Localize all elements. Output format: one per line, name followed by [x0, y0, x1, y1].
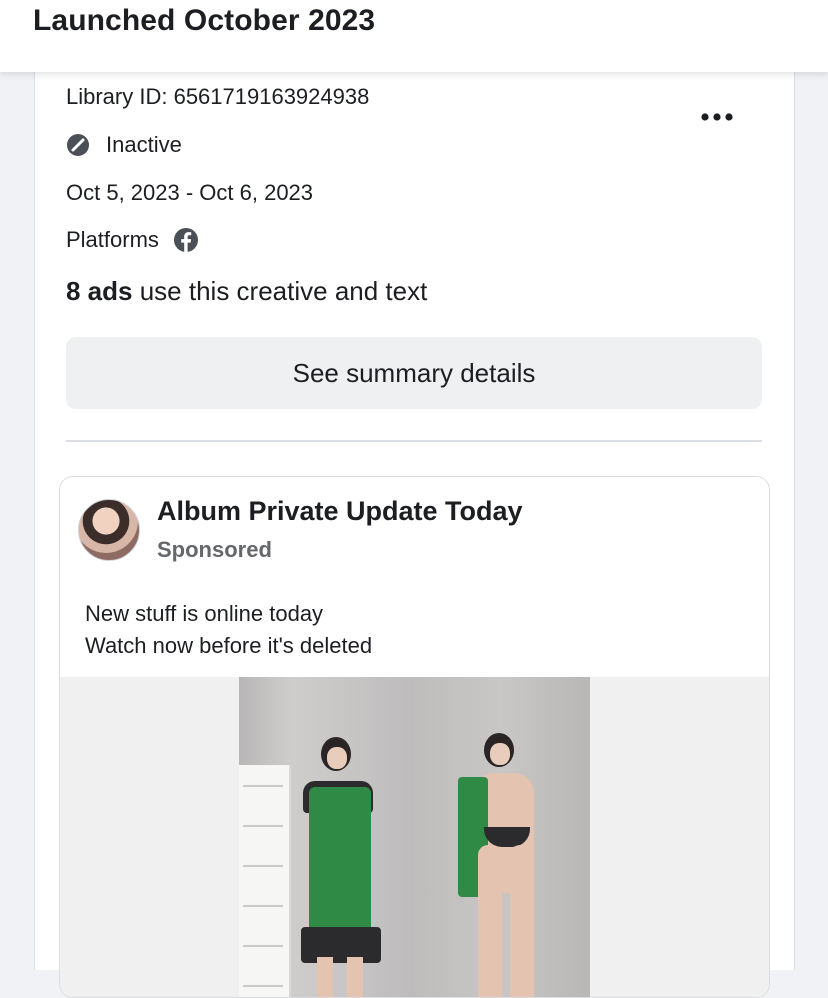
- ads-count-text: 8 ads use this creative and text: [66, 276, 427, 307]
- platforms-label: Platforms: [66, 227, 159, 252]
- platforms-row: Platforms: [66, 227, 199, 253]
- leg: [317, 957, 333, 997]
- top-header-bar: Launched October 2023: [0, 0, 828, 72]
- page-title: Launched October 2023: [33, 4, 376, 37]
- status-row: Inactive: [66, 131, 182, 159]
- leg: [478, 845, 502, 997]
- ad-body-line: New stuff is online today: [85, 601, 324, 626]
- library-id: Library ID: 6561719163924938: [66, 84, 370, 109]
- sponsored-label: Sponsored: [157, 537, 272, 562]
- leg: [347, 957, 363, 997]
- more-options-icon: [701, 113, 733, 121]
- skirt: [301, 927, 381, 963]
- ad-media-area[interactable]: [60, 677, 769, 997]
- leg: [510, 845, 534, 997]
- ads-count-suffix: use this creative and text: [132, 276, 428, 306]
- green-apron: [309, 787, 371, 937]
- inactive-status-icon: [67, 134, 89, 156]
- page-avatar[interactable]: [78, 499, 140, 561]
- section-divider: [66, 440, 762, 442]
- status-label: Inactive: [106, 132, 182, 157]
- ad-body-text: New stuff is online today Watch now befo…: [85, 598, 372, 662]
- ads-count-value: 8 ads: [66, 276, 133, 306]
- person-face: [327, 747, 347, 769]
- facebook-icon: [173, 227, 199, 253]
- advertiser-page-name[interactable]: Album Private Update Today: [157, 496, 523, 527]
- ad-preview-card: Album Private Update Today Sponsored New…: [59, 476, 770, 998]
- shelf: [239, 765, 291, 997]
- ad-image-left: [239, 677, 414, 997]
- run-date-range: Oct 5, 2023 - Oct 6, 2023: [66, 180, 314, 205]
- ad-image-right: [414, 677, 590, 997]
- ad-body-line: Watch now before it's deleted: [85, 633, 373, 658]
- person-face: [490, 743, 510, 765]
- see-summary-details-button[interactable]: See summary details: [66, 337, 762, 409]
- more-options-button[interactable]: [697, 104, 739, 130]
